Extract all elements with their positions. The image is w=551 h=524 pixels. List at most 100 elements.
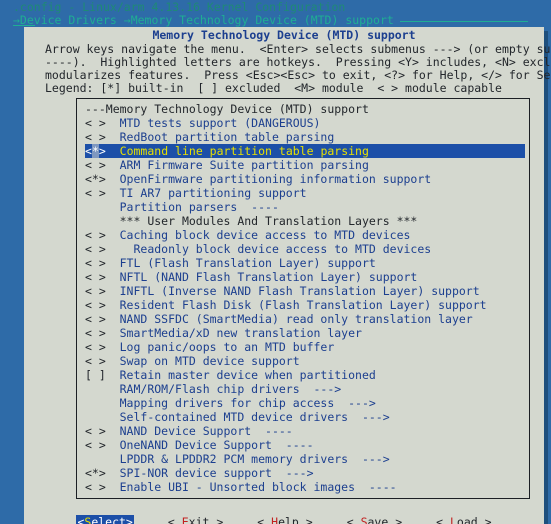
menu-rows: ---Memory Technology Device (MTD) suppor…	[85, 102, 525, 494]
menu-row-label: INFTL (Inverse NAND Flash Translation La…	[105, 284, 480, 298]
menu-row[interactable]: < > SmartMedia/xD new translation layer	[85, 326, 525, 340]
menu-row[interactable]: < > Log panic/oops to an MTD buffer	[85, 340, 525, 354]
menu-row-flag	[85, 200, 106, 214]
menu-row[interactable]: < > OneNAND Device Support ----	[85, 438, 525, 452]
menu-row-label: *** User Modules And Translation Layers …	[105, 214, 418, 228]
menu-row[interactable]: Mapping drivers for chip access --->	[85, 396, 525, 410]
menu-row-label: Mapping drivers for chip access --->	[105, 396, 376, 410]
menu-row[interactable]: < > Readonly block device access to MTD …	[85, 242, 525, 256]
menu-row-flag: < >	[85, 242, 106, 256]
breadcrumb-underline	[13, 25, 35, 26]
menu-row-label: NFTL (NAND Flash Translation Layer) supp…	[105, 270, 418, 284]
menu-row[interactable]: < > Caching block device access to MTD d…	[85, 228, 525, 242]
menu-row-label: RAM/ROM/Flash chip drivers --->	[105, 382, 342, 396]
menu-row-flag: < >	[85, 284, 106, 298]
menu-row-flag: <*>	[85, 172, 106, 186]
left-background-strip	[0, 27, 24, 524]
menu-row-label: Command line partition table parsing	[105, 144, 369, 158]
menu-row-flag: < >	[85, 130, 106, 144]
button-load[interactable]: < Load >	[436, 515, 491, 524]
menu-row[interactable]: < > NAND SSFDC (SmartMedia) read only tr…	[85, 312, 525, 326]
menu-row-label: NAND SSFDC (SmartMedia) read only transl…	[105, 312, 473, 326]
menu-row-label: Memory Technology Device (MTD) support	[105, 102, 369, 116]
menu-row-flag: < >	[85, 312, 106, 326]
menu-row-label: Partition parsers ----	[105, 200, 279, 214]
breadcrumb-rule	[399, 21, 528, 22]
menu-row-label: Enable UBI - Unsorted block images ----	[105, 480, 397, 494]
menu-row-label: Log panic/oops to an MTD buffer	[105, 340, 335, 354]
menu-row[interactable]: <*> SPI-NOR device support --->	[85, 466, 525, 480]
button-hotkey: E	[181, 514, 189, 524]
menu-row-label: Caching block device access to MTD devic…	[105, 228, 411, 242]
menu-row-label: OpenFirmware partitioning information su…	[105, 172, 432, 186]
kernel-menuconfig-screen: .config - Linux/arm 4.13.16 Kernel Confi…	[0, 0, 551, 524]
menu-row[interactable]: < > MTD tests support (DANGEROUS)	[85, 116, 525, 130]
menu-row-label: RedBoot partition table parsing	[105, 130, 335, 144]
menu-row-label: SmartMedia/xD new translation layer	[105, 326, 362, 340]
menu-row-label: Swap on MTD device support	[105, 354, 300, 368]
menu-row-flag: <*>	[85, 466, 106, 480]
menu-row-flag: < >	[85, 340, 106, 354]
menu-row-selected[interactable]: <*> Command line partition table parsing	[85, 144, 525, 158]
menu-row-flag	[85, 214, 106, 228]
button-hotkey: S	[84, 514, 92, 524]
menu-row[interactable]: < > TI AR7 partitioning support	[85, 186, 525, 200]
menu-row[interactable]: < > FTL (Flash Translation Layer) suppor…	[85, 256, 525, 270]
help-line: Legend: [*] built-in [ ] excluded <M> mo…	[45, 81, 502, 95]
menu-row[interactable]: ---Memory Technology Device (MTD) suppor…	[85, 102, 525, 116]
menu-row-label: SPI-NOR device support --->	[105, 466, 314, 480]
cursor-block: *	[91, 144, 99, 158]
menu-row[interactable]: RAM/ROM/Flash chip drivers --->	[85, 382, 525, 396]
menu-row[interactable]: < > INFTL (Inverse NAND Flash Translatio…	[85, 284, 525, 298]
menu-row-flag: < >	[85, 186, 106, 200]
menu-row-label: Readonly block device access to MTD devi…	[105, 242, 432, 256]
menu-listbox[interactable]: ---Memory Technology Device (MTD) suppor…	[76, 98, 530, 499]
menu-dialog: Memory Technology Device (MTD) support A…	[24, 27, 551, 524]
menu-row-flag: < >	[85, 270, 106, 284]
menu-row-label: Retain master device when partitioned	[105, 368, 376, 382]
breadcrumb-text: →Device Drivers →Memory Technology Devic…	[13, 13, 394, 27]
menu-row[interactable]: < > Enable UBI - Unsorted block images -…	[85, 480, 525, 494]
button-help[interactable]: < Help >	[257, 515, 312, 524]
menu-row[interactable]: < > NAND Device Support ----	[85, 424, 525, 438]
menu-row[interactable]: < > ARM Firmware Suite partition parsing	[85, 158, 525, 172]
menu-row[interactable]: [ ] Retain master device when partitione…	[85, 368, 525, 382]
button-select[interactable]: <Select>	[76, 514, 134, 524]
menu-row[interactable]: LPDDR & LPDDR2 PCM memory drivers --->	[85, 452, 525, 466]
help-text: Arrow keys navigate the menu. <Enter> se…	[45, 43, 551, 95]
menu-row[interactable]: < > Resident Flash Disk (Flash Translati…	[85, 298, 525, 312]
menu-row[interactable]: < > NFTL (NAND Flash Translation Layer) …	[85, 270, 525, 284]
button-hotkey: H	[271, 514, 279, 524]
dialog-shadow-right	[544, 31, 548, 524]
menu-row-flag	[85, 452, 106, 466]
button-save[interactable]: < Save >	[347, 515, 402, 524]
menu-row-flag: < >	[85, 424, 106, 438]
menu-row[interactable]: < > Swap on MTD device support	[85, 354, 525, 368]
menu-row[interactable]: < > RedBoot partition table parsing	[85, 130, 525, 144]
menu-row[interactable]: <*> OpenFirmware partitioning informatio…	[85, 172, 525, 186]
button-hotkey: L	[449, 514, 457, 524]
menu-row-flag	[85, 396, 106, 410]
menu-row-flag: < >	[85, 326, 106, 340]
button-bar: <Select> < Exit > < Help > < Save > < Load >	[24, 512, 544, 524]
menu-row-flag: < >	[85, 354, 106, 368]
menu-row[interactable]: Partition parsers ----	[85, 200, 525, 214]
menu-row-flag: < >	[85, 256, 106, 270]
button-exit[interactable]: < Exit >	[168, 515, 223, 524]
menu-row-flag: < >	[85, 438, 106, 452]
menu-row-label: MTD tests support (DANGEROUS)	[105, 116, 321, 130]
menu-row-flag: [ ]	[85, 368, 106, 382]
menu-row[interactable]: Self-contained MTD device drivers --->	[85, 410, 525, 424]
menu-row-flag: ---	[85, 102, 106, 116]
menu-row-label: Resident Flash Disk (Flash Translation L…	[105, 298, 487, 312]
menu-row[interactable]: *** User Modules And Translation Layers …	[85, 214, 525, 228]
menu-row-label: ARM Firmware Suite partition parsing	[105, 158, 369, 172]
menu-row-flag	[85, 410, 106, 424]
menu-row-label: TI AR7 partitioning support	[105, 186, 307, 200]
menu-row-label: Self-contained MTD device drivers --->	[105, 410, 390, 424]
menu-row-flag: < >	[85, 228, 106, 242]
menu-row-label: LPDDR & LPDDR2 PCM memory drivers --->	[105, 452, 390, 466]
breadcrumb: →Device Drivers →Memory Technology Devic…	[13, 14, 528, 27]
menu-row-flag: <*>	[85, 144, 106, 158]
menu-row-flag: < >	[85, 158, 106, 172]
